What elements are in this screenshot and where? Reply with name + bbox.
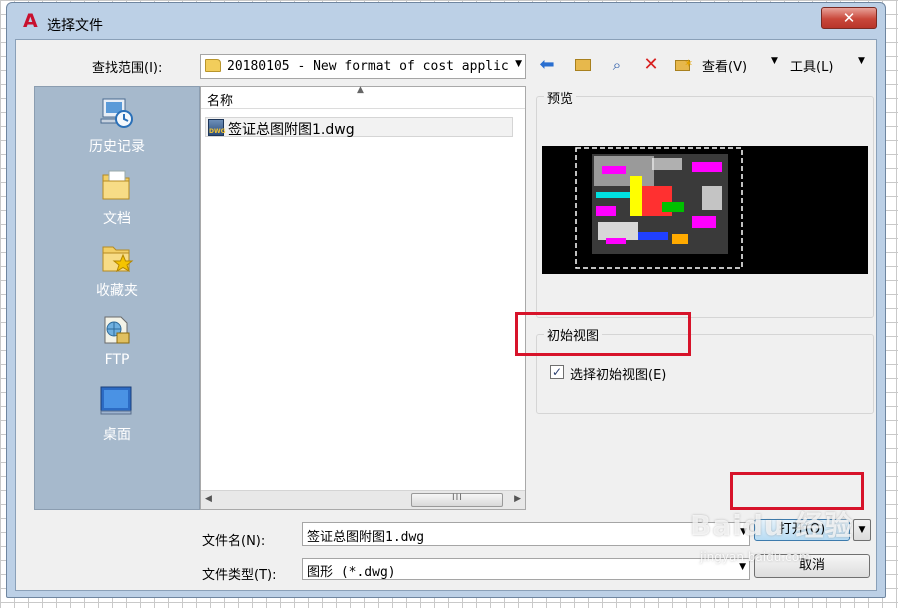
select-initial-view-label: 选择初始视图(E): [570, 368, 667, 383]
open-options-dropdown[interactable]: ▼: [853, 519, 871, 541]
column-header-name[interactable]: 名称 ▲: [201, 85, 525, 109]
place-desktop[interactable]: 桌面: [35, 379, 199, 449]
place-history[interactable]: 历史记录: [35, 91, 199, 161]
horizontal-scrollbar[interactable]: ◀ III ▶: [201, 490, 525, 509]
desktop-icon: [100, 386, 132, 415]
place-label: 收藏夹: [96, 283, 138, 299]
file-type-value: 图形 (*.dwg): [307, 565, 396, 580]
new-folder-icon[interactable]: ✶: [672, 54, 694, 76]
file-type-label: 文件类型(T):: [202, 568, 277, 583]
dropdown-arrow-icon[interactable]: ▼: [515, 59, 522, 69]
place-ftp[interactable]: FTP: [35, 307, 199, 377]
close-button[interactable]: ✕: [821, 7, 877, 29]
place-label: 文档: [103, 211, 131, 227]
look-in-label: 查找范围(I):: [92, 61, 163, 76]
scroll-thumb[interactable]: III: [411, 493, 503, 507]
autocad-logo-icon: A: [23, 10, 38, 32]
file-name-label: 文件名(N):: [202, 534, 266, 549]
select-initial-view-checkbox[interactable]: ✓: [550, 365, 564, 379]
documents-folder-icon: [102, 170, 130, 200]
file-list[interactable]: 名称 ▲ DWG 签证总图附图1.dwg ◀ III ▶: [200, 85, 526, 510]
column-name-label: 名称: [207, 94, 234, 109]
look-in-combobox[interactable]: 20180105 - New format of cost applic ▼: [200, 54, 526, 79]
close-icon: ✕: [842, 9, 856, 27]
place-favorites[interactable]: 收藏夹: [35, 235, 199, 305]
search-web-icon[interactable]: ⌕: [606, 54, 628, 76]
file-row[interactable]: DWG 签证总图附图1.dwg: [205, 117, 513, 138]
baidu-watermark: Baidu 经验: [690, 509, 854, 542]
sort-ascending-icon: ▲: [357, 85, 364, 95]
tools-menu[interactable]: 工具(L): [790, 56, 833, 75]
back-arrow-icon[interactable]: ⬅: [536, 54, 558, 76]
file-name: 签证总图附图1.dwg: [228, 122, 355, 138]
views-dropdown-arrow-icon[interactable]: ▼: [771, 56, 778, 66]
folder-icon: [205, 59, 221, 72]
title-bar[interactable]: A 选择文件 ✕: [7, 3, 885, 39]
drawing-preview-image: [542, 146, 868, 274]
file-name-value: 签证总图附图1.dwg: [307, 530, 425, 545]
scroll-grip-icon: III: [452, 493, 463, 503]
ftp-icon: [104, 316, 130, 344]
views-menu[interactable]: 查看(V): [702, 56, 747, 75]
place-label: 桌面: [103, 427, 131, 443]
tools-dropdown-arrow-icon[interactable]: ▼: [858, 56, 865, 66]
favorites-folder-icon: [102, 246, 134, 273]
scroll-left-icon[interactable]: ◀: [205, 494, 212, 504]
up-one-level-icon[interactable]: [572, 54, 594, 76]
place-documents[interactable]: 文档: [35, 163, 199, 233]
place-label: FTP: [104, 352, 130, 368]
delete-icon[interactable]: ✕: [640, 54, 662, 76]
scroll-right-icon[interactable]: ▶: [514, 494, 521, 504]
watermark-url: jingyan.baidu.com: [700, 550, 811, 564]
highlight-initial-view: [515, 312, 691, 356]
file-type-select[interactable]: 图形 (*.dwg) ▼: [302, 558, 750, 580]
preview-legend: 预览: [544, 88, 577, 107]
window-title: 选择文件: [47, 18, 103, 34]
place-label: 历史记录: [89, 139, 145, 155]
dwg-file-icon: DWG: [208, 119, 226, 136]
look-in-value: 20180105 - New format of cost applic: [227, 59, 509, 74]
places-bar: 历史记录 文档 收藏夹 FTP 桌面: [34, 86, 200, 510]
history-icon: [100, 98, 133, 128]
file-name-input[interactable]: 签证总图附图1.dwg ▼: [302, 522, 750, 546]
chevron-down-icon: ▼: [858, 525, 866, 535]
